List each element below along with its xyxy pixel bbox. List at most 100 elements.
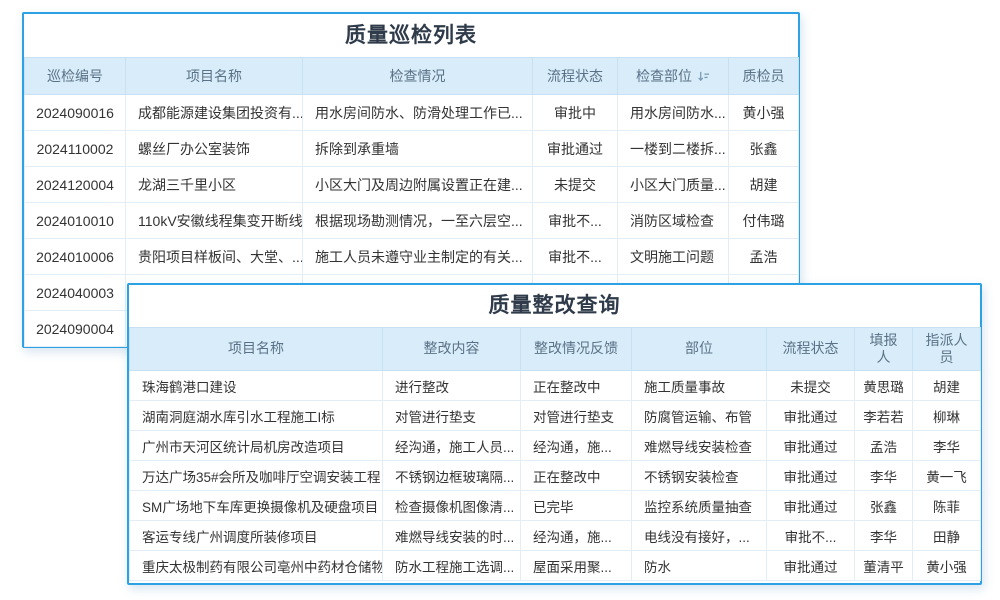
cell-process-status: 审批通过 [767,401,855,431]
cell-project-name[interactable]: 万达广场35#会所及咖啡厅空调安装工程 [130,461,383,491]
cell-quality-inspector[interactable]: 胡建 [729,167,799,203]
cell-project-name[interactable]: 重庆太极制药有限公司亳州中药材仓储物流 [130,551,383,581]
cell-rectification-feedback: 经沟通，施... [521,521,632,551]
cell-process-status: 审批不... [533,239,618,275]
sort-descending-icon[interactable] [697,70,710,86]
cell-rectification-content: 检查摄像机图像清... [383,491,521,521]
cell-inspection-situation: 小区大门及周边附属设置正在建... [303,167,533,203]
cell-process-status: 审批通过 [767,461,855,491]
cell-project-name[interactable]: 110kV安徽线程集变开断线... [126,203,303,239]
cell-process-status: 审批不... [533,203,618,239]
cell-reporter[interactable]: 黄思璐 [855,371,913,401]
cell-project-name[interactable]: 珠海鹤港口建设 [130,371,383,401]
cell-process-status: 审批通过 [533,131,618,167]
rectification-table-row: 重庆太极制药有限公司亳州中药材仓储物流 防水工程施工选调... 屋面采用聚...… [130,551,981,581]
rectification-query-window: 质量整改查询 项目名称 整改内容 整改情况反馈 部位 流程状态 填报人 指派人员… [127,283,982,585]
inspection-header-row: 巡检编号 项目名称 检查情况 流程状态 检查部位 质检员 [25,58,799,95]
inspection-table-row: 2024010010 110kV安徽线程集变开断线... 根据现场勘测情况，一至… [25,203,799,239]
cell-rectification-content: 进行整改 [383,371,521,401]
col-header-inspection-code: 巡检编号 [25,58,126,95]
cell-inspection-part: 消防区域检查 [618,203,729,239]
cell-inspection-part: 小区大门质量... [618,167,729,203]
cell-rectification-feedback: 对管进行垫支 [521,401,632,431]
cell-project-name[interactable]: 贵阳项目样板间、大堂、... [126,239,303,275]
cell-quality-inspector[interactable]: 付伟璐 [729,203,799,239]
cell-inspection-code[interactable]: 2024010010 [25,203,126,239]
cell-inspection-code[interactable]: 2024110002 [25,131,126,167]
cell-inspection-code[interactable]: 2024040003 [25,275,126,311]
cell-inspection-code[interactable]: 2024090016 [25,95,126,131]
cell-quality-inspector[interactable]: 黄小强 [729,95,799,131]
col-header-assignee: 指派人员 [913,328,981,371]
cell-quality-inspector[interactable]: 孟浩 [729,239,799,275]
cell-assignee[interactable]: 黄小强 [913,551,981,581]
cell-reporter[interactable]: 孟浩 [855,431,913,461]
rectification-table: 项目名称 整改内容 整改情况反馈 部位 流程状态 填报人 指派人员 珠海鹤港口建… [129,327,981,581]
cell-inspection-situation: 拆除到承重墙 [303,131,533,167]
cell-part: 监控系统质量抽查 [632,491,767,521]
cell-rectification-content: 难燃导线安装的时... [383,521,521,551]
cell-project-name[interactable]: SM广场地下车库更换摄像机及硬盘项目 [130,491,383,521]
inspection-list-title: 质量巡检列表 [24,14,798,57]
cell-rectification-feedback: 正在整改中 [521,461,632,491]
cell-inspection-part: 文明施工问题 [618,239,729,275]
col-header-quality-inspector: 质检员 [729,58,799,95]
cell-process-status: 审批通过 [767,431,855,461]
cell-reporter[interactable]: 张鑫 [855,491,913,521]
cell-inspection-code[interactable]: 2024120004 [25,167,126,203]
cell-process-status: 审批不... [767,521,855,551]
cell-part: 防水 [632,551,767,581]
col-header-project-name: 项目名称 [130,328,383,371]
cell-process-status: 审批通过 [767,491,855,521]
cell-project-name[interactable]: 广州市天河区统计局机房改造项目 [130,431,383,461]
col-header-project-name: 项目名称 [126,58,303,95]
cell-rectification-feedback: 经沟通，施... [521,431,632,461]
cell-assignee[interactable]: 柳琳 [913,401,981,431]
inspection-table-row: 2024090016 成都能源建设集团投资有... 用水房间防水、防滑处理工作已… [25,95,799,131]
cell-rectification-content: 经沟通，施工人员... [383,431,521,461]
cell-project-name[interactable]: 湖南洞庭湖水库引水工程施工I标 [130,401,383,431]
cell-assignee[interactable]: 田静 [913,521,981,551]
rectification-table-row: SM广场地下车库更换摄像机及硬盘项目 检查摄像机图像清... 已完毕 监控系统质… [130,491,981,521]
cell-assignee[interactable]: 陈菲 [913,491,981,521]
cell-inspection-situation: 施工人员未遵守业主制定的有关... [303,239,533,275]
cell-rectification-feedback: 正在整改中 [521,371,632,401]
cell-assignee[interactable]: 胡建 [913,371,981,401]
cell-project-name[interactable]: 客运专线广州调度所装修项目 [130,521,383,551]
cell-reporter[interactable]: 李华 [855,521,913,551]
cell-process-status: 审批中 [533,95,618,131]
cell-inspection-code[interactable]: 2024090004 [25,311,126,347]
cell-reporter[interactable]: 李华 [855,461,913,491]
cell-assignee[interactable]: 李华 [913,431,981,461]
rectification-table-row: 珠海鹤港口建设 进行整改 正在整改中 施工质量事故 未提交 黄思璐 胡建 [130,371,981,401]
cell-reporter[interactable]: 李若若 [855,401,913,431]
col-header-part: 部位 [632,328,767,371]
cell-rectification-feedback: 屋面采用聚... [521,551,632,581]
cell-inspection-situation: 根据现场勘测情况，一至六层空... [303,203,533,239]
rectification-table-row: 客运专线广州调度所装修项目 难燃导线安装的时... 经沟通，施... 电线没有接… [130,521,981,551]
cell-part: 不锈钢安装检查 [632,461,767,491]
cell-reporter[interactable]: 董清平 [855,551,913,581]
col-header-process-status: 流程状态 [533,58,618,95]
inspection-table-row: 2024120004 龙湖三千里小区 小区大门及周边附属设置正在建... 未提交… [25,167,799,203]
cell-inspection-situation: 用水房间防水、防滑处理工作已... [303,95,533,131]
cell-part: 难燃导线安装检查 [632,431,767,461]
rectification-table-row: 湖南洞庭湖水库引水工程施工I标 对管进行垫支 对管进行垫支 防腐管运输、布管 审… [130,401,981,431]
cell-project-name[interactable]: 螺丝厂办公室装饰 [126,131,303,167]
cell-project-name[interactable]: 成都能源建设集团投资有... [126,95,303,131]
cell-rectification-content: 不锈钢边框玻璃隔... [383,461,521,491]
inspection-table-row: 2024110002 螺丝厂办公室装饰 拆除到承重墙 审批通过 一楼到二楼拆..… [25,131,799,167]
rectification-query-title: 质量整改查询 [129,285,980,327]
cell-quality-inspector[interactable]: 张鑫 [729,131,799,167]
cell-process-status: 未提交 [533,167,618,203]
rectification-header-row: 项目名称 整改内容 整改情况反馈 部位 流程状态 填报人 指派人员 [130,328,981,371]
col-header-inspection-part[interactable]: 检查部位 [618,58,729,95]
cell-assignee[interactable]: 黄一飞 [913,461,981,491]
inspection-table-row: 2024010006 贵阳项目样板间、大堂、... 施工人员未遵守业主制定的有关… [25,239,799,275]
cell-process-status: 未提交 [767,371,855,401]
cell-project-name[interactable]: 龙湖三千里小区 [126,167,303,203]
col-header-reporter: 填报人 [855,328,913,371]
cell-part: 电线没有接好，... [632,521,767,551]
cell-inspection-code[interactable]: 2024010006 [25,239,126,275]
rectification-table-row: 万达广场35#会所及咖啡厅空调安装工程 不锈钢边框玻璃隔... 正在整改中 不锈… [130,461,981,491]
